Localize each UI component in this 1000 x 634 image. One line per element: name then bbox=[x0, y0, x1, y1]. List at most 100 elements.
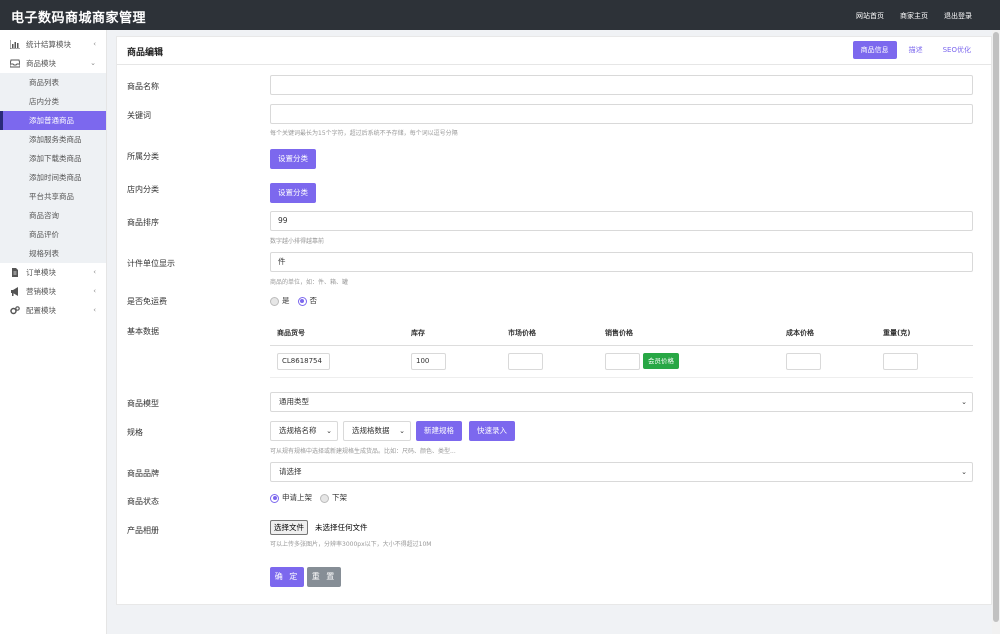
set-store-category-button[interactable]: 设置分类 bbox=[270, 183, 316, 203]
new-spec-button[interactable]: 新建规格 bbox=[416, 421, 462, 441]
radio-off-icon bbox=[270, 296, 279, 306]
table-header: 重量(克) bbox=[876, 321, 973, 346]
status-radios: 申请上架 下架 bbox=[270, 492, 347, 503]
free-shipping-label: 是否免运费 bbox=[127, 297, 167, 306]
chevron-left-icon: ‹ bbox=[93, 287, 96, 295]
page-scrollbar[interactable] bbox=[992, 30, 1000, 634]
goods-name-input[interactable] bbox=[270, 75, 973, 95]
card-header: 商品编辑 商品信息 描述 SEO优化 bbox=[117, 37, 993, 65]
tab-seo[interactable]: SEO优化 bbox=[935, 41, 979, 59]
shop-home-link[interactable]: 商家主页 bbox=[900, 11, 928, 21]
table-header: 库存 bbox=[404, 321, 501, 346]
unit-help: 商品的单位，如：件、箱、罐 bbox=[270, 279, 349, 286]
sort-input[interactable]: 99 bbox=[270, 211, 973, 231]
set-category-button[interactable]: 设置分类 bbox=[270, 149, 316, 169]
keywords-input[interactable] bbox=[270, 104, 973, 124]
chevron-left-icon: ‹ bbox=[93, 306, 96, 314]
sidebar-item-store-category[interactable]: 店内分类 bbox=[0, 92, 106, 111]
sidebar-group-label: 统计结算模块 bbox=[26, 40, 71, 49]
table-header: 商品货号 bbox=[270, 321, 404, 346]
member-price-button[interactable]: 会员价格 bbox=[643, 353, 679, 369]
tab-goods-info[interactable]: 商品信息 bbox=[852, 41, 897, 59]
free-shipping-no-label: 否 bbox=[309, 296, 318, 305]
model-label: 商品模型 bbox=[127, 399, 159, 408]
document-icon bbox=[12, 268, 18, 277]
status-off-label: 下架 bbox=[332, 493, 347, 502]
radio-on-icon bbox=[270, 493, 279, 503]
sidebar-item-add-time-goods[interactable]: 添加时间类商品 bbox=[0, 168, 106, 187]
goods-edit-card: 商品编辑 商品信息 描述 SEO优化 商品名称 关键词 每个关键词最长为15个字… bbox=[116, 36, 993, 605]
bar-chart-icon bbox=[10, 40, 20, 49]
sidebar-item-goods-consult[interactable]: 商品咨询 bbox=[0, 206, 106, 225]
brand-label: 商品品牌 bbox=[127, 469, 159, 478]
chevron-down-icon: ⌄ bbox=[399, 427, 405, 435]
cost-price-input[interactable] bbox=[786, 352, 821, 370]
sidebar-item-shared-goods[interactable]: 平台共享商品 bbox=[0, 187, 106, 206]
keywords-label: 关键词 bbox=[127, 111, 151, 120]
status-on-option[interactable]: 申请上架 bbox=[270, 492, 312, 503]
card-tabs: 商品信息 描述 SEO优化 bbox=[852, 41, 979, 59]
free-shipping-no-option[interactable]: 否 bbox=[297, 295, 318, 306]
sidebar-group-stats[interactable]: 统计结算模块 ‹ bbox=[0, 35, 106, 54]
chevron-left-icon: ‹ bbox=[93, 268, 96, 276]
category-label: 所属分类 bbox=[127, 152, 159, 161]
spec-data-select[interactable]: 选规格数据 ⌄ bbox=[343, 421, 411, 441]
inbox-icon bbox=[10, 59, 20, 68]
radio-on-icon bbox=[297, 296, 307, 306]
model-select[interactable]: 通用类型 ⌄ bbox=[270, 392, 973, 412]
brand-select[interactable]: 请选择 ⌄ bbox=[270, 462, 973, 482]
chevron-down-icon: ⌄ bbox=[961, 468, 967, 476]
sidebar-group-config[interactable]: 配置模块 ‹ bbox=[0, 301, 106, 320]
reset-button[interactable]: 重 置 bbox=[307, 567, 341, 587]
sidebar-item-add-normal-goods[interactable]: 添加普通商品 bbox=[0, 111, 106, 130]
goods-name-label: 商品名称 bbox=[127, 82, 159, 91]
store-category-label: 店内分类 bbox=[127, 185, 159, 194]
spec-data-select-value: 选规格数据 bbox=[352, 426, 390, 435]
unit-label: 计件单位显示 bbox=[127, 259, 175, 268]
table-header: 市场价格 bbox=[501, 321, 598, 346]
home-link[interactable]: 网站首页 bbox=[856, 11, 884, 21]
megaphone-icon bbox=[11, 287, 18, 296]
tab-description[interactable]: 描述 bbox=[901, 41, 931, 59]
confirm-button[interactable]: 确 定 bbox=[270, 567, 304, 587]
quick-entry-button[interactable]: 快速录入 bbox=[469, 421, 515, 441]
sidebar-group-label: 营销模块 bbox=[26, 287, 56, 296]
chevron-down-icon: ⌄ bbox=[961, 398, 967, 406]
sidebar-item-spec-list[interactable]: 规格列表 bbox=[0, 244, 106, 263]
sidebar-group-orders[interactable]: 订单模块 ‹ bbox=[0, 263, 106, 282]
sku-input[interactable]: CL8618754 bbox=[277, 352, 330, 370]
free-shipping-yes-label: 是 bbox=[282, 296, 290, 305]
header-links: 网站首页 商家主页 退出登录 bbox=[856, 11, 972, 21]
sale-price-input[interactable] bbox=[605, 352, 640, 370]
sidebar-group-goods[interactable]: 商品模块 ⌄ bbox=[0, 54, 106, 73]
brand-title: 电子数码商城商家管理 bbox=[11, 11, 147, 26]
free-shipping-yes-option[interactable]: 是 bbox=[270, 295, 290, 306]
album-label: 产品相册 bbox=[127, 526, 159, 535]
weight-input[interactable] bbox=[883, 352, 918, 370]
status-off-option[interactable]: 下架 bbox=[320, 492, 347, 503]
scrollbar-thumb[interactable] bbox=[993, 32, 999, 622]
sidebar-group-marketing[interactable]: 营销模块 ‹ bbox=[0, 282, 106, 301]
sidebar-item-goods-review[interactable]: 商品评价 bbox=[0, 225, 106, 244]
sidebar-item-goods-list[interactable]: 商品列表 bbox=[0, 73, 106, 92]
chevron-left-icon: ‹ bbox=[93, 40, 96, 48]
unit-input[interactable]: 件 bbox=[270, 252, 973, 272]
chevron-down-icon: ⌄ bbox=[90, 59, 96, 67]
market-price-input[interactable] bbox=[508, 352, 543, 370]
choose-file-button[interactable]: 选择文件 bbox=[270, 520, 308, 535]
sidebar-item-add-service-goods[interactable]: 添加服务类商品 bbox=[0, 130, 106, 149]
page-title: 商品编辑 bbox=[127, 48, 164, 58]
sidebar-item-add-download-goods[interactable]: 添加下载类商品 bbox=[0, 149, 106, 168]
sort-label: 商品排序 bbox=[127, 218, 159, 227]
spec-name-select-value: 选规格名称 bbox=[279, 426, 317, 435]
gears-icon bbox=[10, 306, 20, 315]
spec-name-select[interactable]: 选规格名称 ⌄ bbox=[270, 421, 338, 441]
brand-select-value: 请选择 bbox=[279, 467, 302, 476]
logout-link[interactable]: 退出登录 bbox=[944, 11, 972, 21]
table-header: 销售价格 bbox=[598, 321, 779, 346]
goods-submenu: 商品列表 店内分类 添加普通商品 添加服务类商品 添加下载类商品 添加时间类商品… bbox=[0, 73, 106, 263]
sort-help: 数字越小排得越靠前 bbox=[270, 238, 325, 245]
sidebar-group-label: 订单模块 bbox=[26, 268, 56, 277]
stock-input[interactable]: 100 bbox=[411, 352, 446, 370]
file-status-text: 未选择任何文件 bbox=[315, 523, 368, 532]
